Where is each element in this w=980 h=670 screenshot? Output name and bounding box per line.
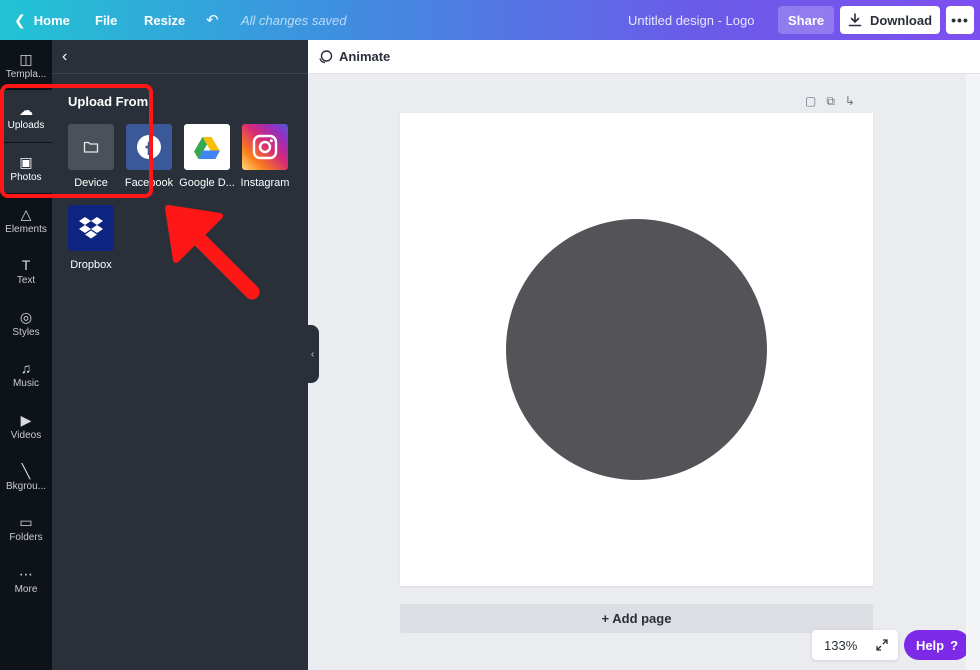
upload-source-label: Device [74,177,108,189]
side-rail: ◫ Templa... ☁ Uploads ▣ Photos △ Element… [0,40,52,670]
music-icon: ♫ [20,360,32,376]
design-page[interactable] [400,113,873,586]
image-icon: ▣ [19,154,33,170]
animate-label: Animate [339,49,391,64]
share-button[interactable]: Share [778,6,835,34]
download-icon [848,13,862,27]
home-button[interactable]: ❮ Home [14,0,70,40]
facebook-icon [137,135,161,159]
rail-item-label: Folders [9,532,43,543]
instagram-icon [252,134,278,160]
rail-item-templates[interactable]: ◫ Templa... [0,40,52,90]
rail-item-label: Videos [10,430,42,441]
download-label: Download [869,12,933,28]
rail-item-label: Templa... [5,69,47,80]
rail-item-videos[interactable]: ▶ Videos [0,401,52,451]
rail-item-label: Elements [5,224,47,235]
collapse-panel-handle[interactable]: ‹ [306,325,319,383]
upload-source-label: Facebook [124,177,174,189]
rail-item-label: Music [12,378,40,389]
note-icon[interactable]: ▢ [805,94,816,109]
design-title[interactable]: Untitled design - Logo [628,0,754,40]
rail-item-uploads[interactable]: ☁ Uploads [0,90,52,142]
undo-icon[interactable]: ↶ [206,0,219,40]
layout-icon: ◫ [19,51,33,67]
help-question-icon: ? [950,637,959,653]
rail-item-label: Uploads [7,120,45,131]
canvas-toolbar: Animate [308,40,980,74]
more-options-button[interactable]: ••• [946,6,974,34]
horizontal-scrollbar[interactable] [308,656,808,670]
help-button[interactable]: Help ? [904,630,970,660]
more-icon: ⋯ [19,566,33,582]
resize-button[interactable]: Resize [144,0,185,40]
rail-item-more[interactable]: ⋯ More [0,555,52,605]
rail-item-label: Text [16,275,36,286]
top-bar: ❮ Home File Resize ↶ All changes saved U… [0,0,980,40]
rail-item-elements[interactable]: △ Elements [0,195,52,245]
upload-source-label: Dropbox [70,259,112,271]
cloud-upload-icon: ☁ [19,102,33,118]
rail-item-styles[interactable]: ◎ Styles [0,298,52,348]
rail-item-label: Photos [10,172,42,183]
upload-source-instagram[interactable] [242,124,288,170]
rail-item-label: Styles [12,327,40,338]
animate-icon [319,50,333,64]
background-icon: ╲ [21,463,31,479]
upload-source-label: Google D... [179,177,235,189]
fullscreen-icon[interactable] [876,639,888,651]
add-page-icon[interactable]: ↳ [845,94,855,109]
upload-source-device[interactable] [68,124,114,170]
uploads-panel: ‹ Upload From Device Facebook Google D..… [52,40,308,670]
chevron-left-icon[interactable]: ‹ [62,48,67,66]
upload-source-dropbox[interactable] [68,205,114,251]
google-drive-icon [194,136,220,159]
download-button[interactable]: Download [840,6,940,34]
upload-source-google-drive[interactable] [184,124,230,170]
file-menu-button[interactable]: File [95,0,117,40]
rail-item-label: Bkgrou... [5,481,47,492]
shapes-icon: △ [20,206,32,222]
video-icon: ▶ [20,412,32,428]
duplicate-page-icon[interactable]: ⧉ [826,94,835,109]
zoom-control[interactable]: 133% [812,630,898,660]
text-icon: T [21,257,31,273]
upload-from-heading: Upload From [68,94,149,109]
rail-item-background[interactable]: ╲ Bkgrou... [0,452,52,502]
home-label: Home [33,12,70,28]
zoom-level[interactable]: 133% [824,638,857,653]
page-tools: ▢ ⧉ ↳ [805,94,855,109]
folder-icon [83,141,99,153]
upload-source-facebook[interactable] [126,124,172,170]
panel-divider [52,73,308,74]
upload-source-label: Instagram [240,177,290,189]
folder-icon: ▭ [19,514,33,530]
circle-shape[interactable] [506,219,767,480]
vertical-scrollbar[interactable] [966,74,980,670]
rail-item-label: More [14,584,38,595]
rail-item-music[interactable]: ♫ Music [0,349,52,399]
rail-item-text[interactable]: T Text [0,246,52,296]
rail-item-photos[interactable]: ▣ Photos [0,143,52,193]
palette-icon: ◎ [19,309,33,325]
help-label: Help [915,637,945,653]
save-status: All changes saved [241,12,347,28]
add-page-button[interactable]: + Add page [400,604,873,633]
rail-item-folders[interactable]: ▭ Folders [0,503,52,553]
dropbox-icon [79,217,103,239]
chevron-left-icon: ❮ [14,11,26,28]
animate-button[interactable]: Animate [318,49,390,64]
